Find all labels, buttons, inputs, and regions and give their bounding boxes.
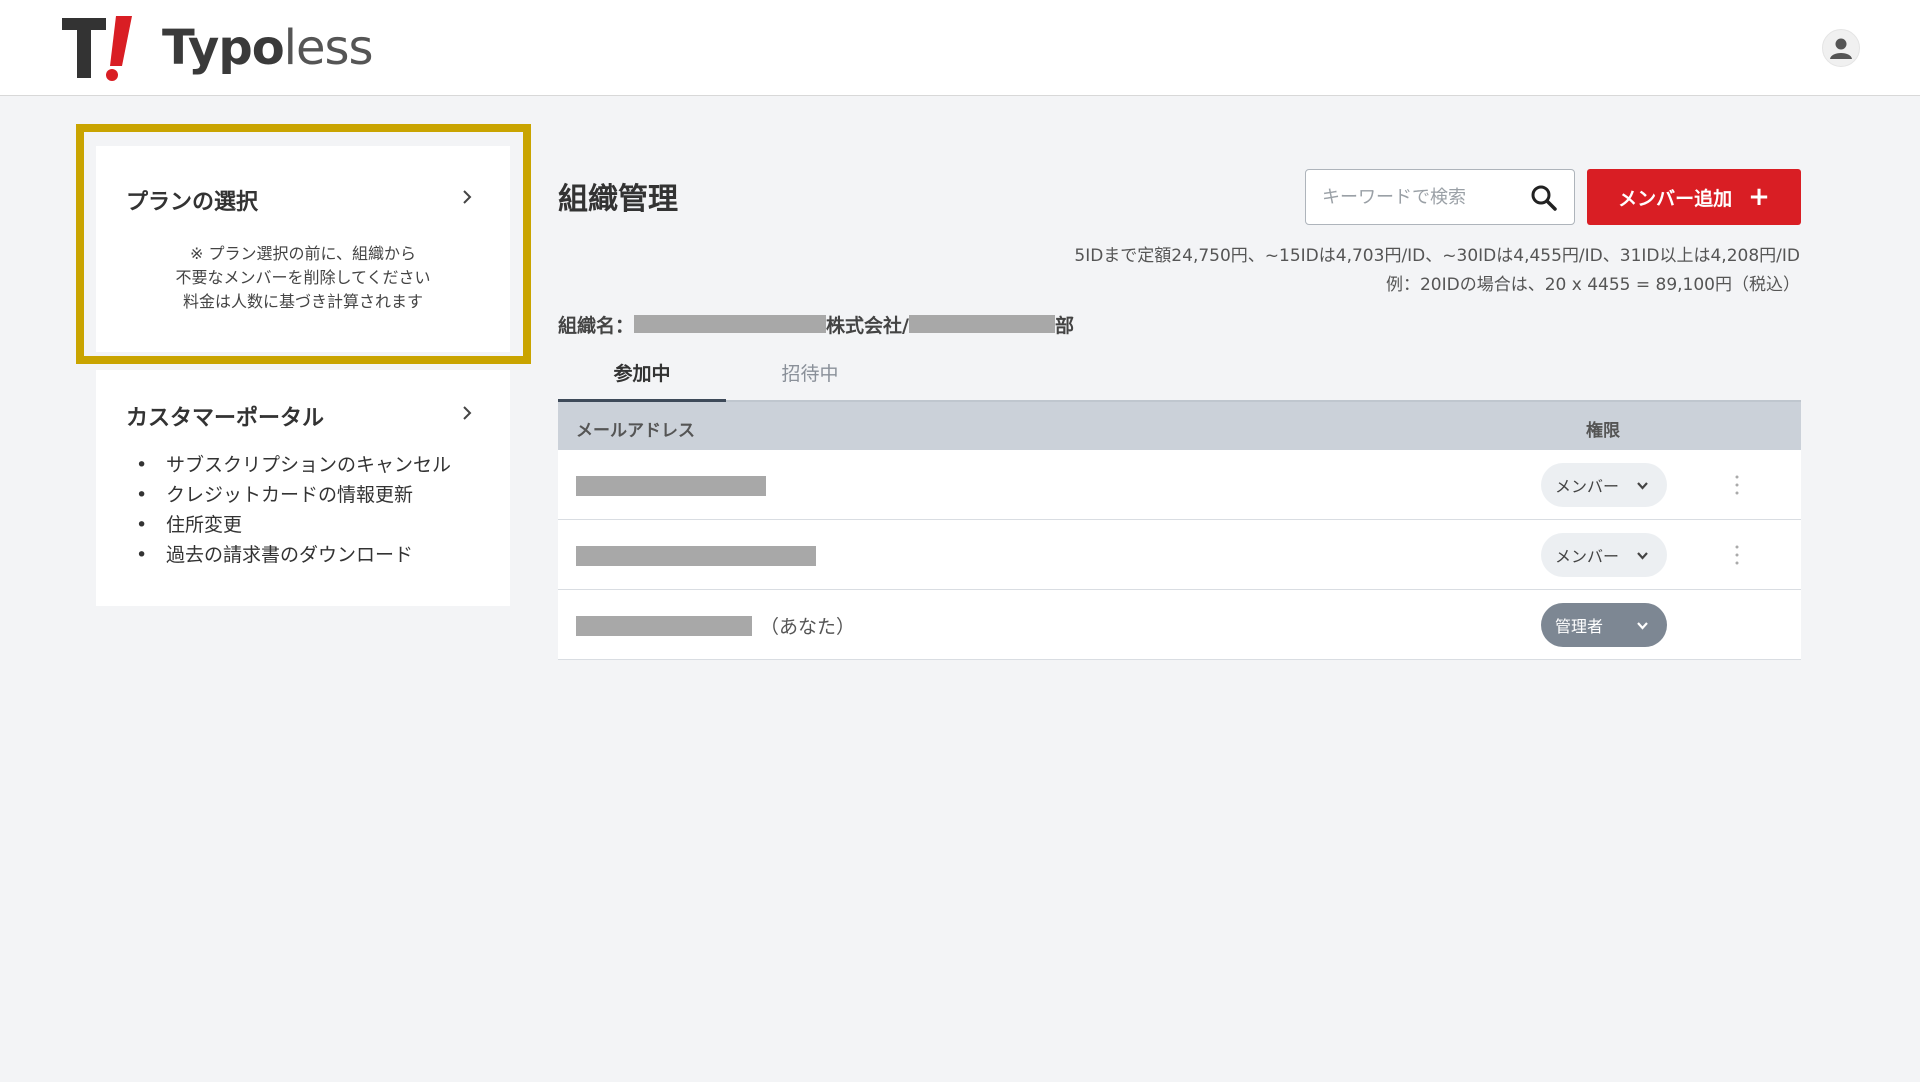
chevron-down-icon: [1637, 552, 1648, 560]
department-suffix: 部: [1054, 314, 1074, 337]
role-value: メンバー: [1555, 547, 1620, 566]
organization-name: 組織名： 株式会社/ 部: [558, 311, 1074, 337]
list-item: 住所変更: [136, 510, 451, 540]
redacted-email: [576, 546, 816, 566]
role-dropdown[interactable]: 管理者: [1541, 603, 1667, 647]
customer-portal-list: サブスクリプションのキャンセル クレジットカードの情報更新 住所変更 過去の請求…: [136, 450, 451, 570]
chevron-down-icon: [1637, 482, 1648, 490]
tab-joined[interactable]: 参加中: [558, 354, 726, 402]
column-header-email: メールアドレス: [576, 421, 695, 441]
table-header: メールアドレス 権限: [558, 402, 1801, 450]
table-row: メンバー: [558, 450, 1801, 520]
chevron-down-icon: [1637, 622, 1648, 630]
search-box: [1305, 169, 1575, 225]
role-dropdown[interactable]: メンバー: [1541, 533, 1667, 577]
more-options-icon[interactable]: [1734, 474, 1740, 496]
role-value: メンバー: [1555, 477, 1620, 496]
user-avatar-button[interactable]: [1822, 29, 1860, 67]
role-value: 管理者: [1555, 617, 1604, 636]
search-icon[interactable]: [1530, 184, 1558, 212]
list-item: サブスクリプションのキャンセル: [136, 450, 451, 480]
redacted-email: [576, 616, 752, 636]
company-suffix: 株式会社/: [826, 314, 909, 337]
typoless-logo[interactable]: Typoless: [60, 14, 374, 82]
more-options-icon[interactable]: [1734, 544, 1740, 566]
logo-mark-icon: [62, 16, 132, 81]
table-row: メンバー: [558, 520, 1801, 590]
organization-name-label: 組織名：: [558, 314, 635, 337]
you-label: （あなた）: [760, 616, 856, 638]
customer-portal-title: カスタマーポータル: [126, 406, 325, 431]
tab-invited[interactable]: 招待中: [726, 354, 894, 402]
add-member-button[interactable]: メンバー追加 +: [1587, 169, 1801, 225]
add-member-label: メンバー追加: [1618, 187, 1733, 210]
list-item: クレジットカードの情報更新: [136, 480, 451, 510]
pricing-text: 5IDまで定額24,750円、~15IDは4,703円/ID、~30IDは4,4…: [1074, 246, 1800, 266]
app-header: Typoless: [0, 0, 1920, 96]
customer-portal-card[interactable]: カスタマーポータル サブスクリプションのキャンセル クレジットカードの情報更新 …: [96, 370, 510, 606]
chevron-right-icon: [463, 406, 472, 420]
member-tabs: 参加中 招待中: [558, 354, 1801, 402]
pricing-example-text: 例：20IDの場合は、20 x 4455 = 89,100円（税込）: [1385, 275, 1800, 295]
user-icon: [1830, 38, 1852, 59]
redacted-department-name: [908, 315, 1055, 333]
role-dropdown[interactable]: メンバー: [1541, 463, 1667, 507]
plus-icon: +: [1748, 182, 1770, 212]
column-header-role: 権限: [1586, 421, 1620, 441]
member-table: メールアドレス 権限 メンバー メンバー （あなた） 管理者: [558, 402, 1801, 660]
logo-text: Typoless: [162, 20, 374, 76]
plan-selection-highlight: [76, 124, 531, 364]
table-row: （あなた） 管理者: [558, 590, 1801, 660]
redacted-company-name: [634, 315, 827, 333]
list-item: 過去の請求書のダウンロード: [136, 540, 451, 570]
redacted-email: [576, 476, 766, 496]
search-input[interactable]: [1322, 170, 1522, 224]
page-title: 組織管理: [558, 182, 678, 217]
